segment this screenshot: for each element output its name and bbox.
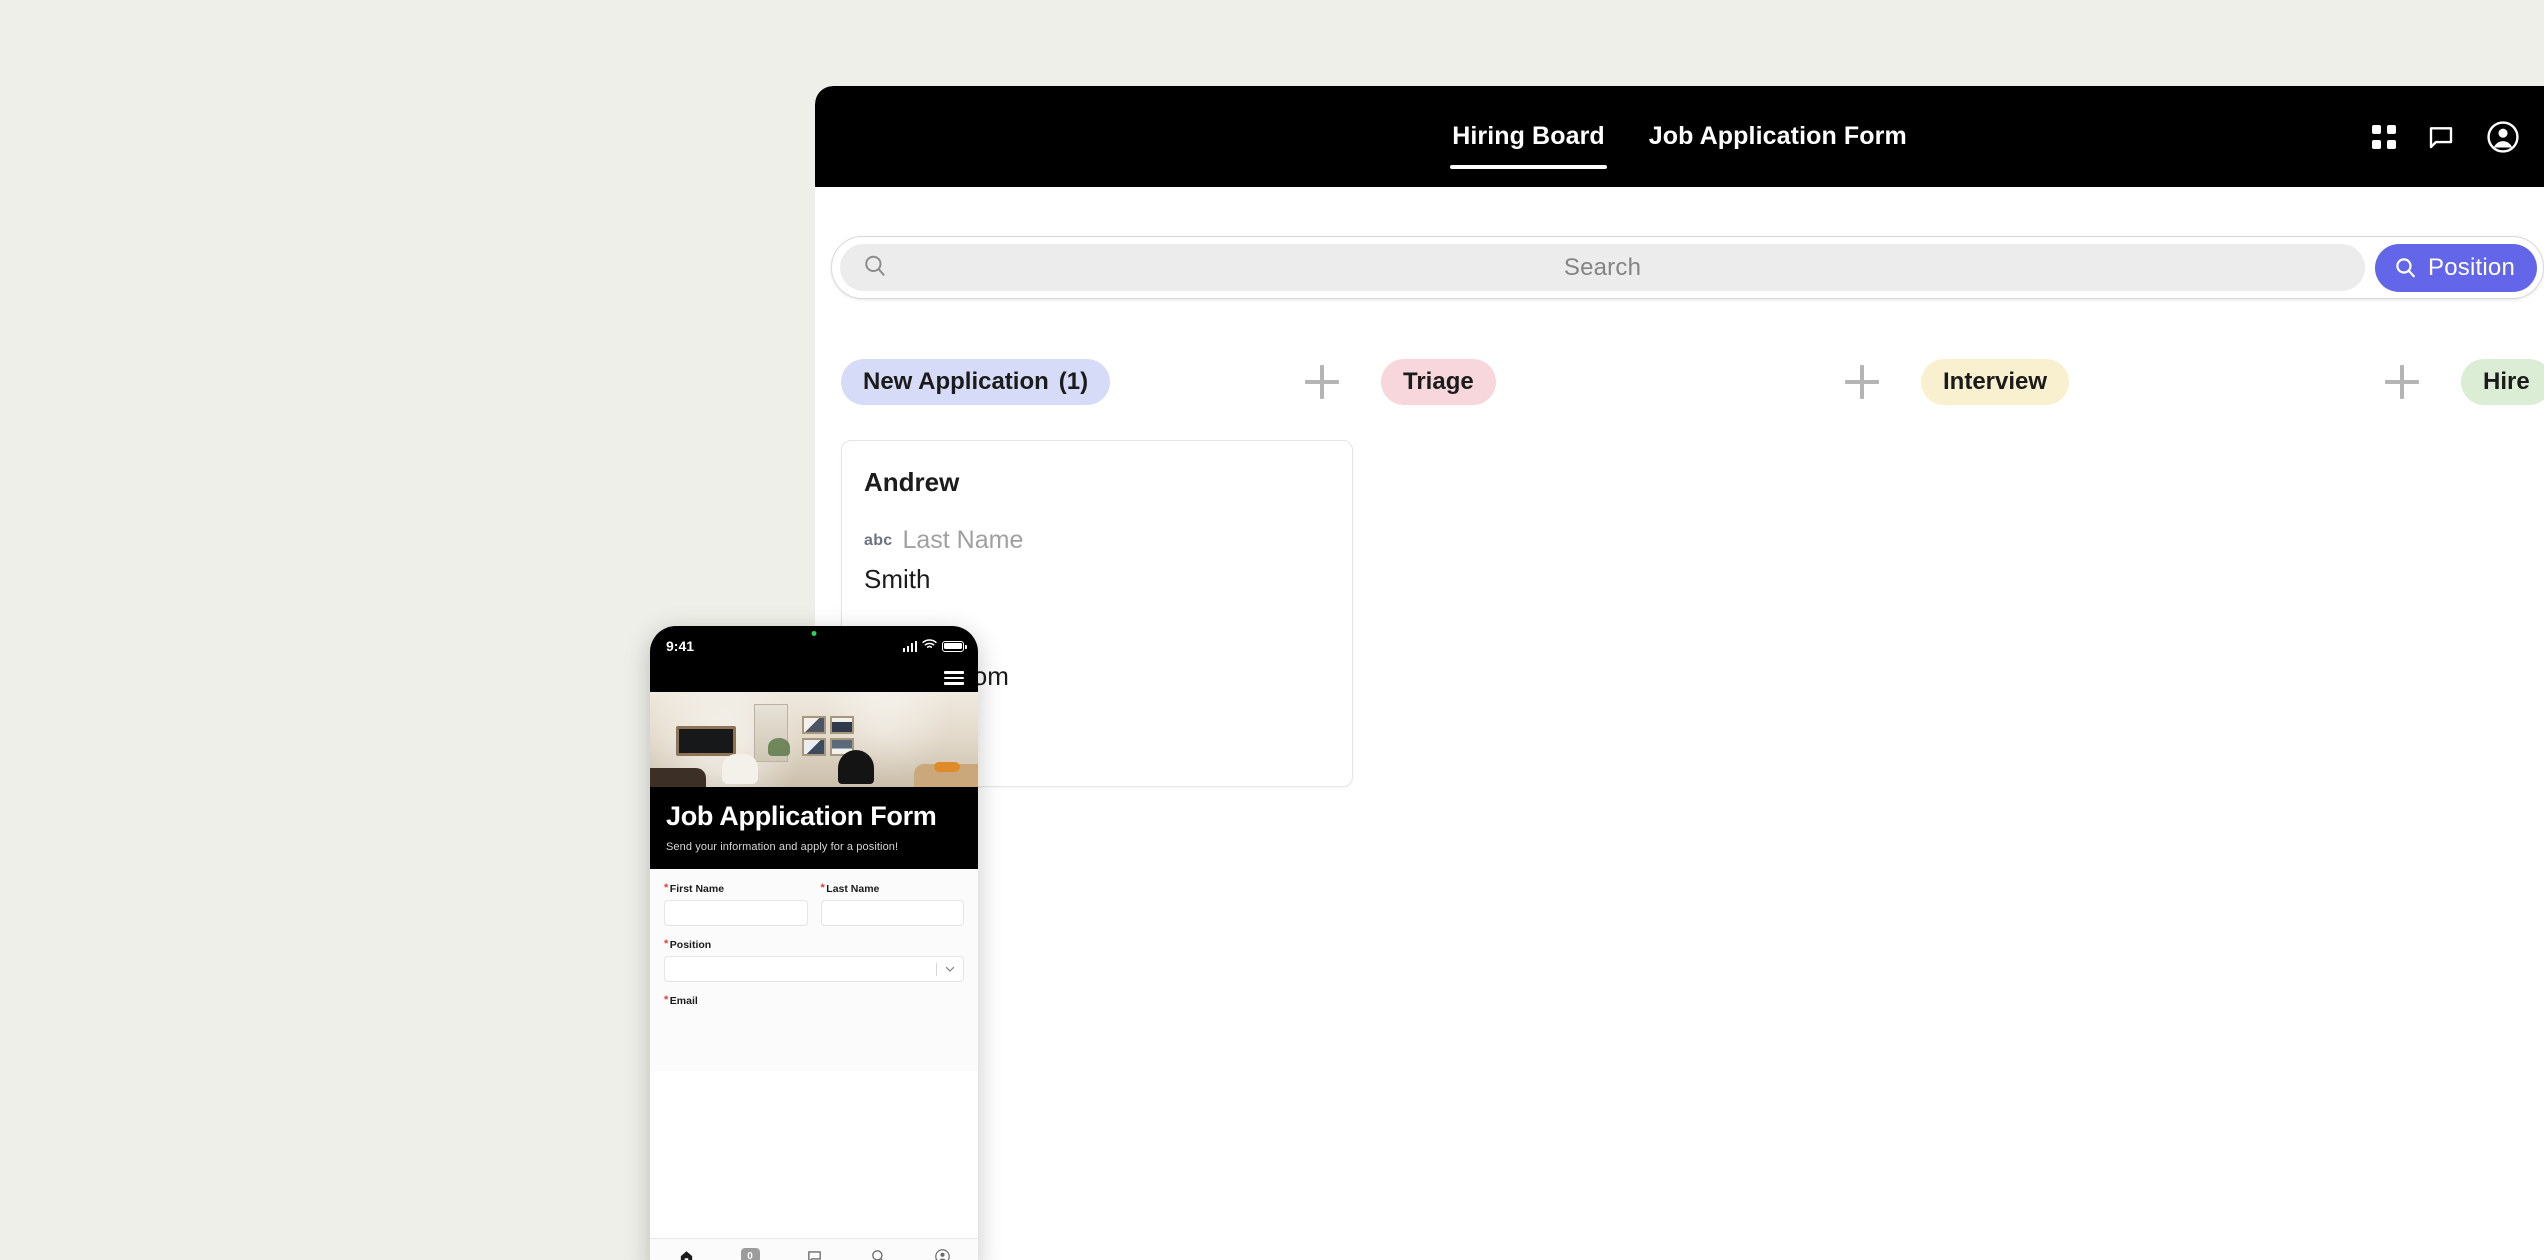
position-filter-button[interactable]: Position [2375, 243, 2537, 292]
field-label-first-name: * First Name [664, 882, 808, 896]
form-row-names: * First Name * Last Name [664, 882, 965, 927]
column-header: New Application (1) [841, 349, 1381, 415]
card-field-label-last-name: abc Last Name [864, 526, 1330, 555]
screen-root: Hiring Board Job Application Form Search… [0, 0, 2544, 1260]
column-count: (1) [1058, 368, 1089, 395]
abc-icon: abc [864, 531, 893, 549]
form-spacer [664, 982, 964, 995]
column-header: Hire [2461, 349, 2544, 415]
wifi-icon [922, 637, 937, 655]
account-avatar-icon[interactable] [2486, 120, 2520, 154]
hiring-board: New Application (1) Andrew abc Last Name… [815, 349, 2544, 1260]
board-column-interview: Interview [1921, 349, 2461, 415]
select-divider [936, 962, 937, 976]
chat-icon [807, 1250, 821, 1260]
field-position: * Position [664, 938, 964, 983]
search-bar-container: Search Position [831, 236, 2544, 299]
phone-tab-bar: Home 0 Updates Chat Search [650, 1238, 978, 1260]
required-asterisk: * [820, 882, 825, 895]
column-title-pill[interactable]: Interview [1921, 359, 2070, 405]
field-email: * Email [664, 994, 964, 1008]
column-label: Hire [2483, 368, 2530, 395]
battery-icon [942, 640, 967, 652]
person-icon [934, 1248, 950, 1260]
phone-tab-search[interactable]: Search [849, 1248, 907, 1260]
phone-tab-chat[interactable]: Chat [785, 1248, 843, 1260]
top-navigation-bar: Hiring Board Job Application Form [815, 86, 2544, 187]
field-first-name: * First Name [664, 882, 808, 927]
required-asterisk: * [664, 938, 669, 951]
field-label-position: * Position [664, 938, 964, 952]
column-header: Interview [1921, 349, 2461, 415]
search-icon [871, 1249, 883, 1260]
living-room-interior-photo [650, 692, 978, 787]
column-label: Triage [1403, 368, 1474, 395]
field-label-email: * Email [664, 994, 964, 1008]
main-content: Search Position New Application (1) Andr… [815, 187, 2544, 1260]
recording-indicator-dot [811, 631, 817, 636]
field-label-text: Last Name [902, 526, 1024, 554]
last-name-input[interactable] [820, 900, 964, 927]
home-icon [680, 1250, 692, 1260]
phone-menu-row [650, 666, 978, 692]
label-text: Email [669, 995, 698, 1008]
column-header: Triage [1381, 349, 1921, 415]
position-select[interactable] [664, 956, 964, 983]
label-text: First Name [669, 883, 725, 896]
phone-application-form: * First Name * Last Name * Position * Em… [650, 869, 978, 1072]
signal-bars-icon [902, 640, 917, 652]
phone-tab-home[interactable]: Home [657, 1248, 715, 1260]
status-indicators [902, 626, 967, 666]
hamburger-menu-icon[interactable] [944, 671, 964, 685]
search-input[interactable]: Search [840, 244, 2366, 291]
required-asterisk: * [664, 994, 669, 1007]
chat-icon[interactable] [2426, 122, 2456, 152]
add-card-button[interactable] [1305, 365, 1339, 399]
field-label-last-name: * Last Name [820, 882, 965, 896]
label-text: Position [669, 939, 712, 952]
chevron-down-icon [945, 967, 955, 972]
column-label: Interview [1943, 368, 2048, 395]
search-icon [2396, 258, 2415, 278]
required-asterisk: * [664, 882, 669, 895]
position-filter-label: Position [2428, 253, 2515, 281]
app-window: Hiring Board Job Application Form Search… [815, 86, 2544, 1260]
board-column-hire: Hire [2461, 349, 2544, 415]
card-field-value-last-name: Smith [864, 564, 931, 594]
status-time: 9:41 [666, 638, 695, 654]
add-card-button[interactable] [2385, 365, 2419, 399]
phone-tab-updates[interactable]: 0 Updates [721, 1247, 779, 1260]
phone-hero-subtitle: Send your information and apply for a po… [666, 841, 899, 854]
column-title-pill[interactable]: New Application (1) [841, 359, 1111, 405]
tab-job-application-form[interactable]: Job Application Form [1643, 92, 1913, 181]
phone-status-bar: 9:41 [650, 626, 978, 666]
card-title: Andrew [864, 467, 960, 497]
search-icon [862, 252, 888, 283]
field-last-name: * Last Name [820, 882, 965, 927]
apps-grid-icon[interactable] [2372, 124, 2396, 149]
search-placeholder-text: Search [1563, 253, 1642, 281]
add-card-button[interactable] [1845, 365, 1879, 399]
column-label: New Application [863, 368, 1049, 395]
first-name-input[interactable] [664, 900, 808, 927]
phone-tab-you[interactable]: You [913, 1248, 971, 1260]
phone-hero-title: Job Application Form [666, 801, 937, 831]
column-title-pill[interactable]: Triage [1381, 359, 1496, 405]
column-title-pill[interactable]: Hire [2461, 359, 2544, 405]
phone-mockup: 9:41 Job Application Form Send your info… [650, 626, 978, 1260]
phone-hero-text: Job Application Form Send your informati… [650, 787, 978, 870]
topbar-icon-group [2372, 86, 2520, 187]
form-spacer [664, 926, 964, 939]
label-text: Last Name [826, 883, 880, 896]
board-column-triage: Triage [1381, 349, 1921, 415]
updates-badge: 0 [740, 1247, 760, 1260]
nav-tabs: Hiring Board Job Application Form [815, 86, 2544, 187]
tab-hiring-board[interactable]: Hiring Board [1446, 92, 1611, 181]
